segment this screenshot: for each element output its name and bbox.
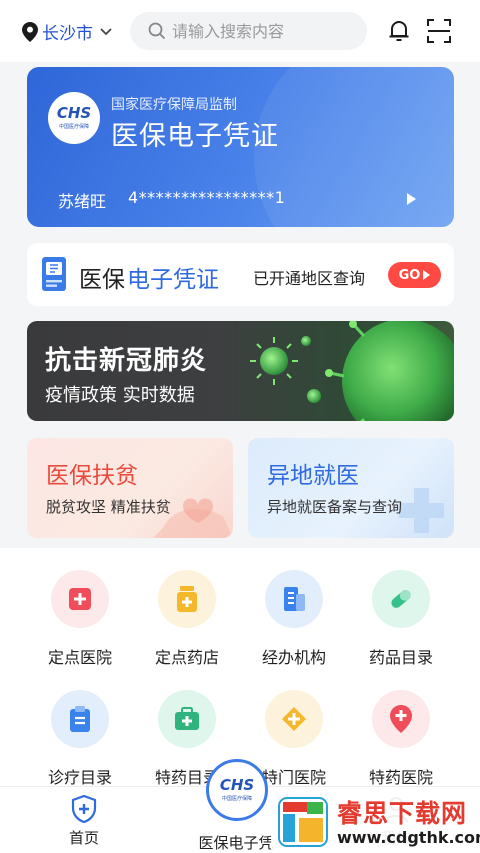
service-label: 特药医院 (368, 768, 433, 787)
service-designated-hospital[interactable]: 定点医院 (30, 570, 130, 668)
play-arrow-icon[interactable] (407, 193, 416, 205)
search-icon (148, 22, 166, 40)
service-designated-pharmacy[interactable]: 定点药店 (137, 570, 237, 668)
medicine-bottle-icon (158, 570, 216, 628)
service-label: 药品目录 (368, 648, 433, 667)
clipboard-icon (51, 690, 109, 748)
service-label: 诊疗目录 (47, 768, 112, 787)
tab-home[interactable]: 首页 (52, 795, 116, 848)
region-query-text: 已开通地区查询 (253, 269, 366, 288)
service-label: 定点医院 (47, 648, 112, 667)
service-drug-catalog[interactable]: 药品目录 (351, 570, 451, 668)
chs-logo: CHS 中国医疗保障 (48, 92, 100, 144)
watermark-url: www.cdgthk.com (337, 828, 480, 847)
service-label: 经办机构 (261, 648, 326, 667)
certificate-center-button[interactable]: CHS 中国医疗保障 (206, 759, 268, 821)
shield-icon (71, 795, 97, 823)
insurance-certificate-card[interactable]: CHS 中国医疗保障 国家医疗保障局监制 医保电子凭证 苏绪旺 4*******… (27, 67, 454, 227)
holder-id-number: 4****************1 (128, 188, 286, 207)
remote-medical-card[interactable]: 异地就医 异地就医备案与查询 (248, 438, 454, 538)
hospital-cross-icon (51, 570, 109, 628)
location-pin-icon (22, 21, 38, 42)
virus-illustration-icon (250, 321, 454, 421)
search-bar[interactable] (130, 12, 367, 50)
promo-title-poverty: 医保扶贫 (46, 463, 138, 489)
service-agency[interactable]: 经办机构 (244, 570, 344, 668)
building-icon (265, 570, 323, 628)
covid-banner[interactable]: 抗击新冠肺炎 疫情政策 实时数据 (27, 321, 454, 421)
covid-title: 抗击新冠肺炎 (45, 346, 208, 376)
region-title-suffix: 电子凭证 (127, 267, 219, 293)
medical-kit-icon (158, 690, 216, 748)
chevron-down-icon (100, 27, 112, 35)
center-logo-text: CHS (219, 776, 255, 794)
search-input[interactable] (172, 21, 362, 41)
promo-subtitle-poverty: 脱贫攻坚 精准扶贫 (46, 498, 171, 516)
service-special-drug-hospital[interactable]: 特药医院 (351, 690, 451, 788)
tab-home-label: 首页 (68, 829, 99, 847)
city-selector[interactable]: 长沙市 (22, 19, 113, 44)
region-query-bar[interactable]: 医保 电子凭证 已开通地区查询 GO (27, 243, 454, 306)
poverty-alleviation-card[interactable]: 医保扶贫 脱贫攻坚 精准扶贫 (27, 438, 233, 538)
watermark-logo-icon (278, 797, 328, 847)
scan-icon[interactable] (426, 18, 452, 44)
go-button[interactable]: GO (388, 262, 441, 288)
covid-subtitle: 疫情政策 实时数据 (45, 385, 195, 406)
promo-subtitle-remote: 异地就医备案与查询 (267, 498, 403, 516)
services-grid: 定点医院 定点药店 经办机构 药品目录 诊疗目录 特药目录 特门医院 特药医院 (0, 548, 480, 788)
certificate-book-icon (42, 257, 66, 291)
holder-name: 苏绪旺 (58, 192, 107, 211)
watermark-title: 睿思下载网 (337, 799, 468, 828)
location-cross-icon (372, 690, 430, 748)
watermark: 睿思下载网 www.cdgthk.com (271, 790, 480, 853)
city-label: 长沙市 (42, 24, 93, 44)
service-treatment-catalog[interactable]: 诊疗目录 (30, 690, 130, 788)
go-label: GO (398, 267, 421, 283)
pill-icon (372, 570, 430, 628)
go-arrow-icon (423, 270, 431, 280)
promo-title-remote: 异地就医 (267, 463, 359, 489)
service-label: 定点药店 (154, 648, 219, 667)
top-bar: 长沙市 (0, 0, 480, 62)
certificate-title: 医保电子凭证 (111, 121, 279, 152)
diamond-cross-icon (265, 690, 323, 748)
region-title-prefix: 医保 (79, 267, 125, 293)
certificate-subtitle: 国家医疗保障局监制 (111, 97, 237, 113)
center-logo-sub: 中国医疗保障 (221, 796, 252, 802)
bell-icon[interactable] (386, 18, 412, 44)
